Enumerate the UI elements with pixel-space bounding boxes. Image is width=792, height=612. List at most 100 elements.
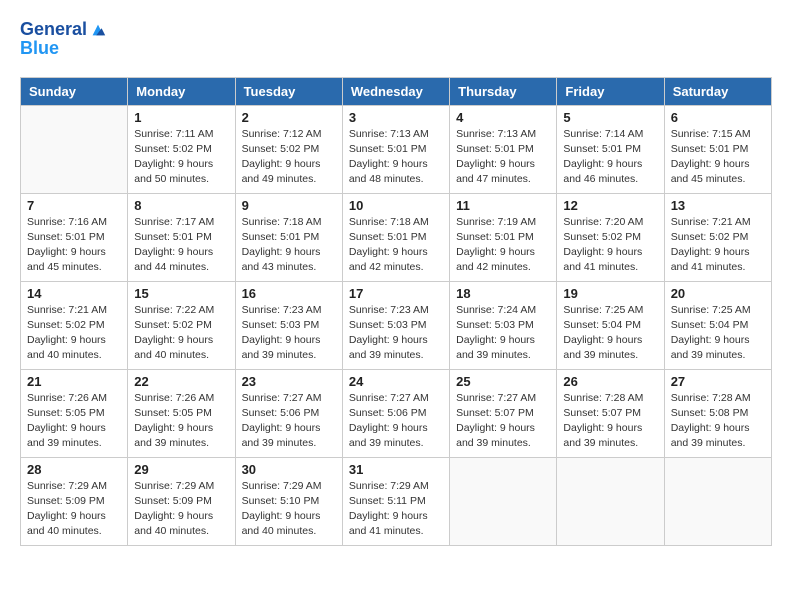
day-info: Sunrise: 7:23 AMSunset: 5:03 PMDaylight:… <box>349 303 443 364</box>
column-header-sunday: Sunday <box>21 77 128 105</box>
calendar-cell: 7 Sunrise: 7:16 AMSunset: 5:01 PMDaylight… <box>21 193 128 281</box>
day-info: Sunrise: 7:28 AMSunset: 5:07 PMDaylight:… <box>563 391 657 452</box>
day-number: 9 <box>242 198 336 213</box>
calendar-cell: 6 Sunrise: 7:15 AMSunset: 5:01 PMDaylight… <box>664 105 771 193</box>
column-header-wednesday: Wednesday <box>342 77 449 105</box>
day-number: 19 <box>563 286 657 301</box>
day-number: 8 <box>134 198 228 213</box>
calendar-cell: 27Sunrise: 7:28 AMSunset: 5:08 PMDayligh… <box>664 369 771 457</box>
day-number: 16 <box>242 286 336 301</box>
column-header-saturday: Saturday <box>664 77 771 105</box>
day-info: Sunrise: 7:27 AMSunset: 5:07 PMDaylight:… <box>456 391 550 452</box>
calendar-cell: 15 Sunrise: 7:22 AMSunset: 5:02 PMDayligh… <box>128 281 235 369</box>
day-number: 13 <box>671 198 765 213</box>
day-info: Sunrise: 7:29 AMSunset: 5:11 PMDaylight:… <box>349 479 443 540</box>
calendar-cell: 16 Sunrise: 7:23 AMSunset: 5:03 PMDayligh… <box>235 281 342 369</box>
day-number: 10 <box>349 198 443 213</box>
day-info: Sunrise: 7:11 AMSunset: 5:02 PMDaylight:… <box>134 127 228 188</box>
day-info: Sunrise: 7:16 AMSunset: 5:01 PMDaylight:… <box>27 215 121 276</box>
day-info: Sunrise: 7:19 AMSunset: 5:01 PMDaylight:… <box>456 215 550 276</box>
day-number: 25 <box>456 374 550 389</box>
day-info: Sunrise: 7:29 AMSunset: 5:09 PMDaylight:… <box>134 479 228 540</box>
calendar-cell: 26 Sunrise: 7:28 AMSunset: 5:07 PMDayligh… <box>557 369 664 457</box>
day-info: Sunrise: 7:29 AMSunset: 5:09 PMDaylight:… <box>27 479 121 540</box>
day-number: 21 <box>27 374 121 389</box>
calendar-cell: 23 Sunrise: 7:27 AMSunset: 5:06 PMDayligh… <box>235 369 342 457</box>
calendar-cell: 13 Sunrise: 7:21 AMSunset: 5:02 PMDayligh… <box>664 193 771 281</box>
day-info: Sunrise: 7:22 AMSunset: 5:02 PMDaylight:… <box>134 303 228 364</box>
calendar-cell: 12 Sunrise: 7:20 AMSunset: 5:02 PMDayligh… <box>557 193 664 281</box>
calendar-cell: 1 Sunrise: 7:11 AMSunset: 5:02 PMDaylight… <box>128 105 235 193</box>
day-number: 1 <box>134 110 228 125</box>
calendar-cell: 11 Sunrise: 7:19 AMSunset: 5:01 PMDayligh… <box>450 193 557 281</box>
logo-general: General <box>20 20 87 40</box>
calendar-cell: 8 Sunrise: 7:17 AMSunset: 5:01 PMDaylight… <box>128 193 235 281</box>
calendar-cell: 25 Sunrise: 7:27 AMSunset: 5:07 PMDayligh… <box>450 369 557 457</box>
calendar-cell <box>21 105 128 193</box>
day-info: Sunrise: 7:21 AMSunset: 5:02 PMDaylight:… <box>27 303 121 364</box>
day-info: Sunrise: 7:18 AMSunset: 5:01 PMDaylight:… <box>349 215 443 276</box>
calendar-cell: 4 Sunrise: 7:13 AMSunset: 5:01 PMDaylight… <box>450 105 557 193</box>
day-info: Sunrise: 7:13 AMSunset: 5:01 PMDaylight:… <box>456 127 550 188</box>
day-info: Sunrise: 7:12 AMSunset: 5:02 PMDaylight:… <box>242 127 336 188</box>
day-number: 3 <box>349 110 443 125</box>
day-info: Sunrise: 7:28 AMSunset: 5:08 PMDaylight:… <box>671 391 765 452</box>
calendar-cell: 22Sunrise: 7:26 AMSunset: 5:05 PMDayligh… <box>128 369 235 457</box>
day-number: 24 <box>349 374 443 389</box>
day-number: 22 <box>134 374 228 389</box>
day-info: Sunrise: 7:17 AMSunset: 5:01 PMDaylight:… <box>134 215 228 276</box>
day-number: 29 <box>134 462 228 477</box>
day-number: 7 <box>27 198 121 213</box>
calendar-cell <box>557 457 664 545</box>
day-number: 23 <box>242 374 336 389</box>
day-number: 5 <box>563 110 657 125</box>
day-info: Sunrise: 7:26 AMSunset: 5:05 PMDaylight:… <box>27 391 121 452</box>
day-info: Sunrise: 7:14 AMSunset: 5:01 PMDaylight:… <box>563 127 657 188</box>
day-info: Sunrise: 7:13 AMSunset: 5:01 PMDaylight:… <box>349 127 443 188</box>
calendar-cell: 14 Sunrise: 7:21 AMSunset: 5:02 PMDayligh… <box>21 281 128 369</box>
day-info: Sunrise: 7:18 AMSunset: 5:01 PMDaylight:… <box>242 215 336 276</box>
column-header-friday: Friday <box>557 77 664 105</box>
calendar-cell: 24 Sunrise: 7:27 AMSunset: 5:06 PMDayligh… <box>342 369 449 457</box>
day-number: 20 <box>671 286 765 301</box>
calendar-cell: 5 Sunrise: 7:14 AMSunset: 5:01 PMDaylight… <box>557 105 664 193</box>
day-info: Sunrise: 7:25 AMSunset: 5:04 PMDaylight:… <box>671 303 765 364</box>
day-number: 2 <box>242 110 336 125</box>
day-info: Sunrise: 7:29 AMSunset: 5:10 PMDaylight:… <box>242 479 336 540</box>
day-number: 15 <box>134 286 228 301</box>
column-header-tuesday: Tuesday <box>235 77 342 105</box>
calendar-cell: 30 Sunrise: 7:29 AMSunset: 5:10 PMDayligh… <box>235 457 342 545</box>
day-info: Sunrise: 7:23 AMSunset: 5:03 PMDaylight:… <box>242 303 336 364</box>
calendar-cell: 9 Sunrise: 7:18 AMSunset: 5:01 PMDaylight… <box>235 193 342 281</box>
day-info: Sunrise: 7:21 AMSunset: 5:02 PMDaylight:… <box>671 215 765 276</box>
calendar-cell: 2 Sunrise: 7:12 AMSunset: 5:02 PMDaylight… <box>235 105 342 193</box>
day-info: Sunrise: 7:15 AMSunset: 5:01 PMDaylight:… <box>671 127 765 188</box>
calendar-cell: 20 Sunrise: 7:25 AMSunset: 5:04 PMDayligh… <box>664 281 771 369</box>
calendar-cell: 28 Sunrise: 7:29 AMSunset: 5:09 PMDayligh… <box>21 457 128 545</box>
calendar-cell: 21 Sunrise: 7:26 AMSunset: 5:05 PMDayligh… <box>21 369 128 457</box>
day-number: 6 <box>671 110 765 125</box>
logo: General Blue <box>20 20 107 59</box>
calendar-cell <box>664 457 771 545</box>
calendar-cell: 29 Sunrise: 7:29 AMSunset: 5:09 PMDayligh… <box>128 457 235 545</box>
calendar-cell: 10 Sunrise: 7:18 AMSunset: 5:01 PMDayligh… <box>342 193 449 281</box>
logo-blue: Blue <box>20 38 107 59</box>
day-number: 17 <box>349 286 443 301</box>
day-number: 26 <box>563 374 657 389</box>
day-info: Sunrise: 7:20 AMSunset: 5:02 PMDaylight:… <box>563 215 657 276</box>
column-header-monday: Monday <box>128 77 235 105</box>
column-header-thursday: Thursday <box>450 77 557 105</box>
calendar-cell: 31Sunrise: 7:29 AMSunset: 5:11 PMDayligh… <box>342 457 449 545</box>
day-number: 12 <box>563 198 657 213</box>
day-info: Sunrise: 7:27 AMSunset: 5:06 PMDaylight:… <box>242 391 336 452</box>
day-number: 4 <box>456 110 550 125</box>
day-number: 30 <box>242 462 336 477</box>
day-number: 28 <box>27 462 121 477</box>
day-number: 11 <box>456 198 550 213</box>
calendar-table: SundayMondayTuesdayWednesdayThursdayFrid… <box>20 77 772 546</box>
day-info: Sunrise: 7:27 AMSunset: 5:06 PMDaylight:… <box>349 391 443 452</box>
day-info: Sunrise: 7:24 AMSunset: 5:03 PMDaylight:… <box>456 303 550 364</box>
calendar-cell: 19Sunrise: 7:25 AMSunset: 5:04 PMDayligh… <box>557 281 664 369</box>
logo-icon <box>89 21 107 39</box>
day-number: 14 <box>27 286 121 301</box>
